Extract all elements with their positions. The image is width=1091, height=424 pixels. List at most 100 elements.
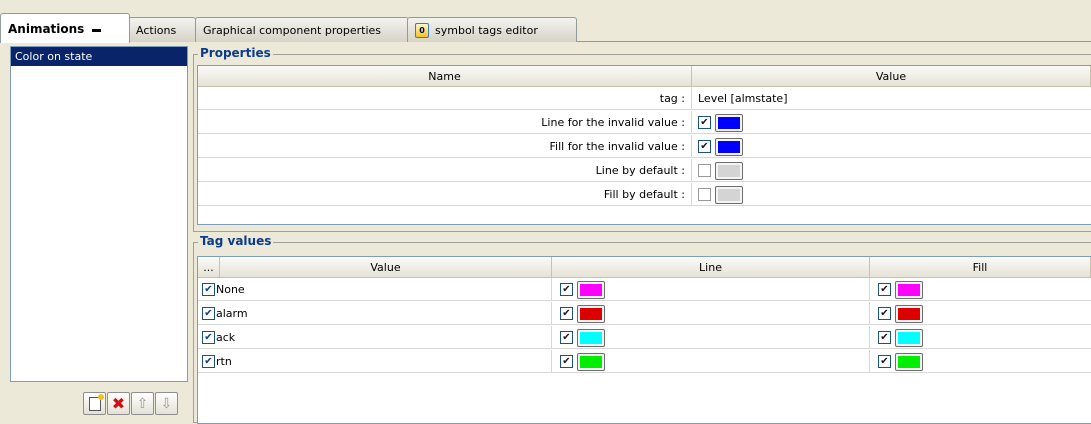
- fill-cell: ✔: [870, 350, 1091, 373]
- properties-group: Properties Name Value tag : Level [almst…: [193, 46, 1091, 232]
- fill-cell: ✔: [870, 302, 1091, 325]
- property-row-fill-invalid[interactable]: Fill for the invalid value : ✔: [198, 135, 1091, 158]
- fill-enabled-checkbox[interactable]: ✔: [878, 283, 891, 296]
- tab-strip: Animations Actions Graphical component p…: [0, 13, 1091, 43]
- line-color-button[interactable]: [577, 328, 605, 347]
- properties-header-value[interactable]: Value: [692, 66, 1091, 87]
- property-value-text: Level [almstate]: [698, 92, 788, 105]
- tab-animations-label: Animations: [8, 21, 85, 36]
- color-swatch: [898, 355, 920, 368]
- property-name: Line for the invalid value :: [198, 111, 692, 134]
- line-color-button[interactable]: [577, 280, 605, 299]
- color-swatch: [580, 307, 602, 320]
- fill-color-button[interactable]: [895, 280, 923, 299]
- tag-value-row-rtn[interactable]: ✔ rtn ✔ ✔: [198, 350, 1091, 373]
- line-cell: ✔: [552, 302, 870, 325]
- symbol-tags-editor-icon: 0: [415, 22, 429, 38]
- line-cell: ✔: [552, 278, 870, 301]
- fill-enabled-checkbox[interactable]: ✔: [878, 331, 891, 344]
- line-enabled-checkbox[interactable]: ✔: [560, 283, 573, 296]
- property-value-cell: ✔: [692, 111, 743, 134]
- delete-animation-button[interactable]: ✖: [107, 392, 130, 415]
- list-item-color-on-state[interactable]: Color on state: [11, 47, 187, 66]
- fill-default-color-button[interactable]: [715, 185, 743, 204]
- color-swatch: [898, 331, 920, 344]
- line-invalid-color-button[interactable]: [715, 113, 743, 132]
- move-up-button[interactable]: ⇧: [131, 392, 154, 415]
- color-swatch: [718, 116, 740, 129]
- tab-graphical-component-properties[interactable]: Graphical component properties: [195, 17, 409, 42]
- line-enabled-checkbox[interactable]: ✔: [560, 307, 573, 320]
- color-swatch: [718, 164, 740, 177]
- tag-values-header-value[interactable]: Value: [220, 257, 552, 278]
- tag-values-title: Tag values: [198, 234, 274, 248]
- animation-list-pane: Color on state ✖ ⇧ ⇩: [10, 46, 188, 423]
- tab-symbol-tags-editor[interactable]: 0 symbol tags editor: [407, 17, 577, 42]
- property-value-cell: [692, 183, 743, 206]
- delete-animation-icon: ✖: [111, 393, 126, 413]
- fill-enabled-checkbox[interactable]: ✔: [878, 307, 891, 320]
- color-swatch: [898, 283, 920, 296]
- tag-value-row-ack[interactable]: ✔ ack ✔ ✔: [198, 326, 1091, 349]
- line-color-button[interactable]: [577, 304, 605, 323]
- tag-value-enabled-checkbox[interactable]: ✔: [202, 331, 215, 344]
- fill-invalid-checkbox[interactable]: ✔: [698, 140, 711, 153]
- move-up-icon: ⇧: [136, 395, 149, 412]
- properties-title: Properties: [198, 46, 273, 60]
- tag-values-group: Tag values ... Value Line Fill ✔ None ✔ …: [193, 234, 1091, 424]
- tag-value-cell: ✔ ack: [198, 326, 552, 349]
- move-down-icon: ⇩: [160, 395, 173, 412]
- tag-values-header-select[interactable]: ...: [198, 257, 220, 278]
- fill-invalid-color-button[interactable]: [715, 137, 743, 156]
- tag-values-table: ... Value Line Fill ✔ None ✔ ✔ ✔ alarm ✔…: [197, 256, 1091, 424]
- tag-value-enabled-checkbox[interactable]: ✔: [202, 283, 215, 296]
- fill-cell: ✔: [870, 278, 1091, 301]
- fill-cell: ✔: [870, 326, 1091, 349]
- minimize-icon[interactable]: [92, 28, 102, 32]
- line-enabled-checkbox[interactable]: ✔: [560, 355, 573, 368]
- tag-value-label: ack: [216, 331, 236, 344]
- line-invalid-checkbox[interactable]: ✔: [698, 116, 711, 129]
- tag-value-enabled-checkbox[interactable]: ✔: [202, 355, 215, 368]
- new-animation-button[interactable]: [83, 392, 106, 415]
- property-name: Fill by default :: [198, 183, 692, 206]
- animation-list-toolbar: ✖ ⇧ ⇩: [10, 384, 188, 423]
- color-swatch: [718, 140, 740, 153]
- tab-actions[interactable]: Actions: [128, 17, 196, 42]
- tag-values-header-fill[interactable]: Fill: [870, 257, 1091, 278]
- properties-table: Name Value tag : Level [almstate] Line f…: [197, 65, 1091, 225]
- line-default-checkbox[interactable]: [698, 164, 711, 177]
- color-swatch: [580, 283, 602, 296]
- property-value-cell: ✔: [692, 135, 743, 158]
- property-name: tag :: [198, 87, 692, 110]
- property-row-line-invalid[interactable]: Line for the invalid value : ✔: [198, 111, 1091, 134]
- tab-actions-label: Actions: [136, 23, 177, 37]
- tag-value-row-none[interactable]: ✔ None ✔ ✔: [198, 278, 1091, 301]
- color-swatch: [898, 307, 920, 320]
- tag-value-row-alarm[interactable]: ✔ alarm ✔ ✔: [198, 302, 1091, 325]
- property-row-tag[interactable]: tag : Level [almstate]: [198, 87, 1091, 110]
- property-row-fill-default[interactable]: Fill by default :: [198, 183, 1091, 206]
- fill-default-checkbox[interactable]: [698, 188, 711, 201]
- property-row-line-default[interactable]: Line by default :: [198, 159, 1091, 182]
- tag-value-cell: ✔ rtn: [198, 350, 552, 373]
- property-name: Fill for the invalid value :: [198, 135, 692, 158]
- line-enabled-checkbox[interactable]: ✔: [560, 331, 573, 344]
- line-cell: ✔: [552, 350, 870, 373]
- fill-enabled-checkbox[interactable]: ✔: [878, 355, 891, 368]
- fill-color-button[interactable]: [895, 328, 923, 347]
- property-value-cell: Level [almstate]: [692, 87, 788, 110]
- animation-list[interactable]: Color on state: [10, 46, 188, 382]
- move-down-button[interactable]: ⇩: [155, 392, 178, 415]
- tab-animations[interactable]: Animations: [0, 13, 130, 43]
- line-color-button[interactable]: [577, 352, 605, 371]
- fill-color-button[interactable]: [895, 352, 923, 371]
- properties-header-name[interactable]: Name: [198, 66, 692, 87]
- tab-symbol-label: symbol tags editor: [435, 23, 538, 37]
- tag-value-enabled-checkbox[interactable]: ✔: [202, 307, 215, 320]
- tag-values-header-line[interactable]: Line: [552, 257, 870, 278]
- tag-value-cell: ✔ alarm: [198, 302, 552, 325]
- tab-bar: Animations Actions Graphical component p…: [0, 0, 1091, 43]
- fill-color-button[interactable]: [895, 304, 923, 323]
- line-default-color-button[interactable]: [715, 161, 743, 180]
